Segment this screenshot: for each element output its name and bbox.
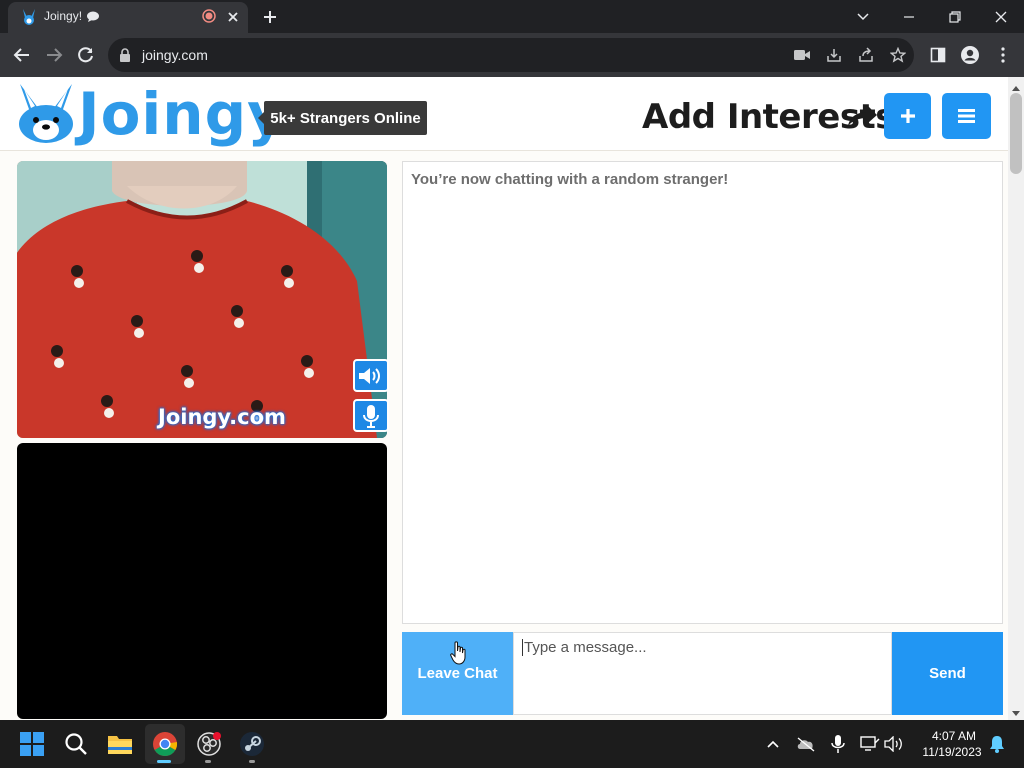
add-interest-button[interactable] [884,93,931,139]
send-button[interactable]: Send [892,632,1003,715]
microphone-button[interactable] [353,399,389,432]
url-text[interactable]: joingy.com [142,47,208,63]
clock-date[interactable]: 11/19/2023 [916,745,988,759]
tab-title: Joingy! [44,9,83,23]
hand-cursor-icon [450,641,468,665]
scroll-up-arrow-icon[interactable] [1010,80,1022,91]
minimize-icon[interactable] [886,0,932,33]
profile-avatar-icon[interactable] [960,45,980,65]
chevron-up-icon[interactable] [757,728,789,760]
clock-time[interactable]: 4:07 AM [920,729,988,743]
joingy-favicon-icon [20,8,38,26]
notification-bell-icon[interactable] [981,728,1013,760]
chat-bubble-icon [86,10,100,22]
install-app-icon[interactable] [824,45,844,65]
close-window-icon[interactable] [978,0,1024,33]
stranger-video [17,443,387,719]
new-tab-icon[interactable] [261,8,279,26]
steam-icon[interactable] [236,728,268,760]
microphone-tray-icon[interactable] [822,728,854,760]
volume-button[interactable] [353,359,389,392]
local-video [17,161,387,438]
online-count-badge: 5k+ Strangers Online [258,101,427,135]
chat-status-message: You’re now chatting with a random strang… [411,171,729,188]
microphone-icon [363,404,379,428]
lock-icon[interactable] [119,48,131,62]
running-app-indicator [249,760,255,763]
recording-icon [202,9,216,23]
obs-studio-icon[interactable] [193,728,225,760]
hamburger-menu-icon [958,109,975,123]
onedrive-offline-icon[interactable] [790,728,822,760]
volume-tray-icon[interactable] [878,728,910,760]
browser-menu-icon[interactable] [993,45,1013,65]
close-tab-icon[interactable] [225,9,241,25]
bookmark-star-icon[interactable] [888,45,908,65]
forward-arrow-icon[interactable] [44,45,64,65]
side-panel-icon[interactable] [928,45,948,65]
file-explorer-icon[interactable] [104,728,136,760]
chrome-icon[interactable] [149,728,181,760]
scrollbar-thumb[interactable] [1010,93,1022,174]
reload-icon[interactable] [76,45,96,65]
menu-button[interactable] [942,93,991,139]
scroll-down-arrow-icon[interactable] [1010,706,1022,716]
speaker-icon [359,367,380,384]
video-watermark: Joingy.com [158,405,286,429]
tab-search-chevron-icon[interactable] [840,0,886,33]
chat-log [402,161,1003,624]
bunny-logo-icon[interactable] [14,82,78,144]
active-app-indicator [157,760,171,763]
plus-icon [900,109,915,123]
camera-icon[interactable] [792,45,812,65]
windows-start-icon[interactable] [16,728,48,760]
search-icon[interactable] [60,728,92,760]
back-arrow-icon[interactable] [12,45,32,65]
restore-icon[interactable] [932,0,978,33]
webcam-feed-image [17,161,387,438]
message-input[interactable]: Type a message... [513,632,892,715]
curved-arrow-icon [846,104,878,128]
message-input-placeholder: Type a message... [522,639,647,656]
running-app-indicator [205,760,211,763]
share-icon[interactable] [856,45,876,65]
site-logo-text[interactable]: Joingy [78,80,286,148]
